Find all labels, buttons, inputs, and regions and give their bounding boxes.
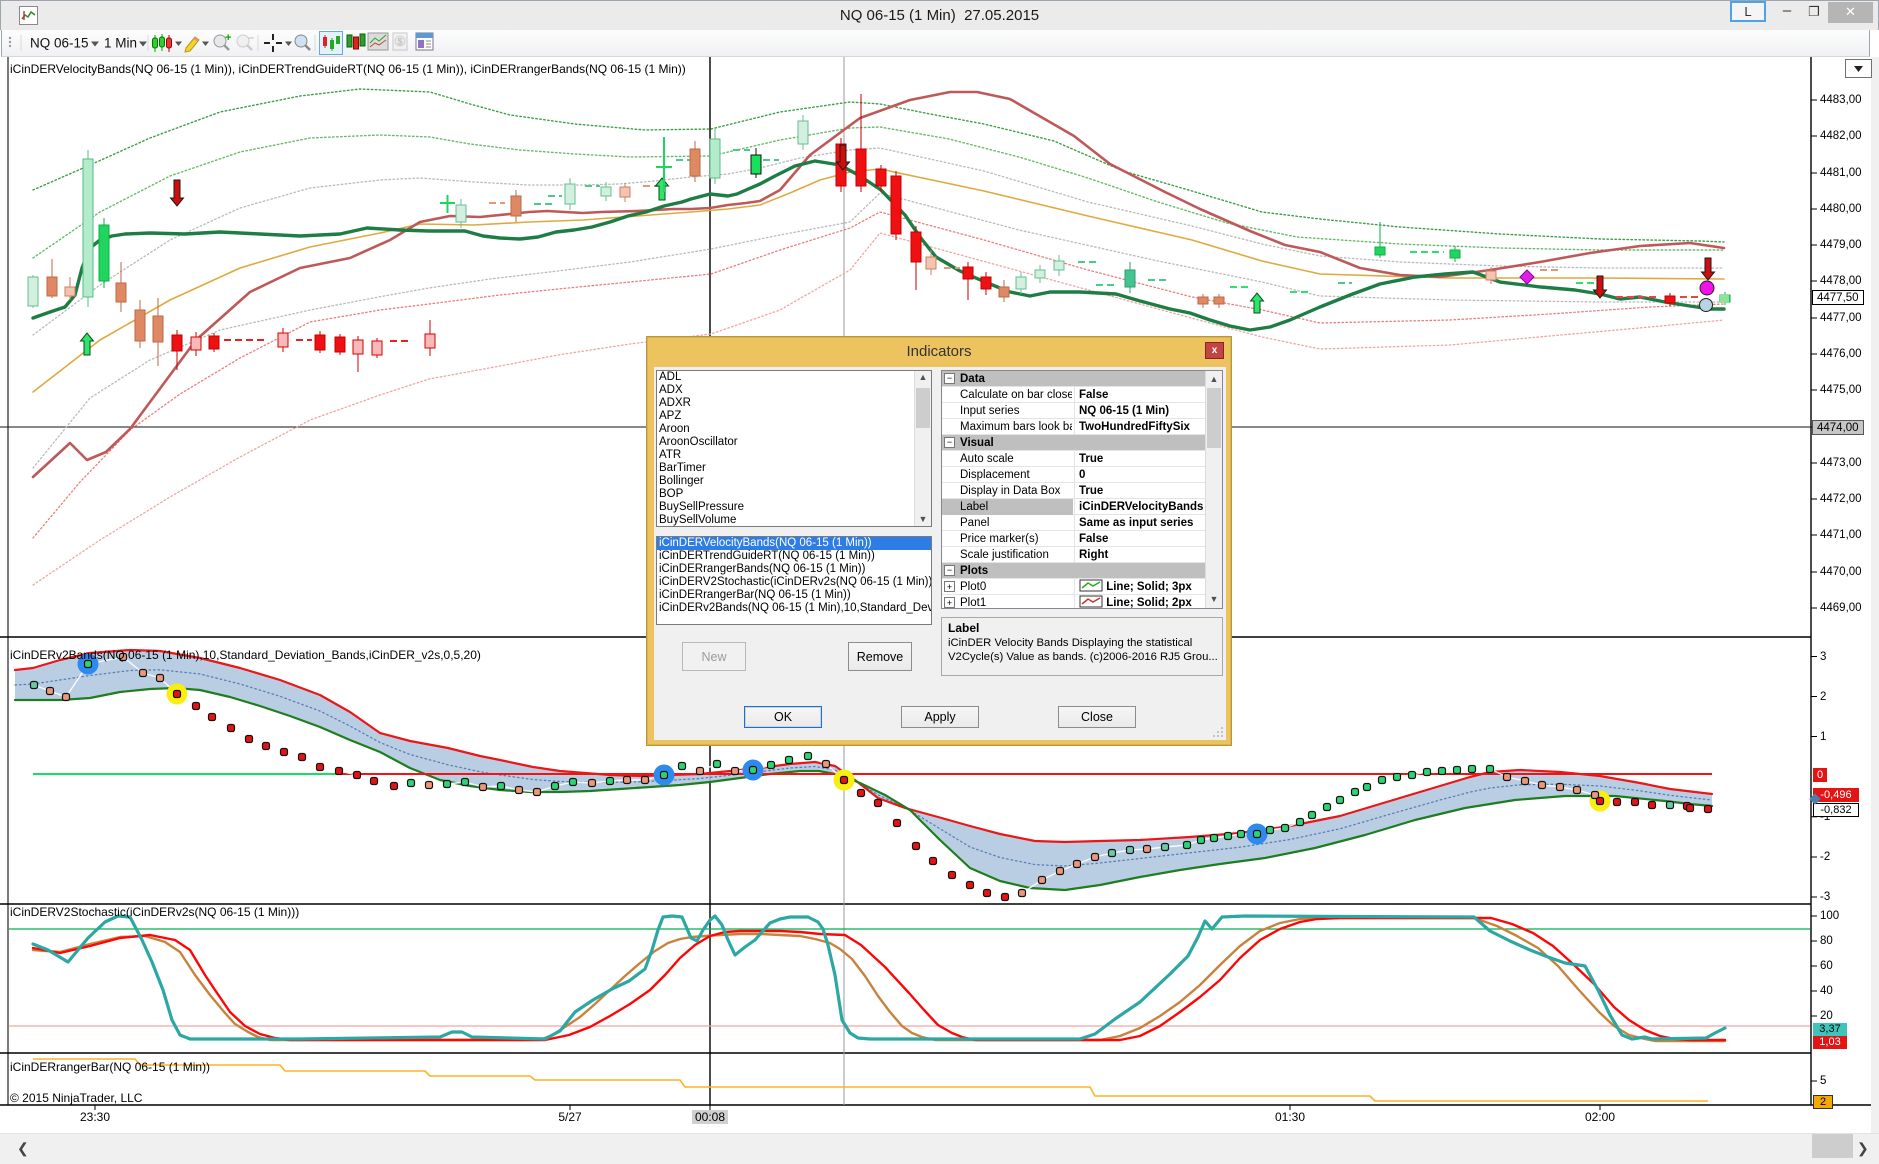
svg-text:$: $ bbox=[398, 37, 403, 47]
svg-text:+: + bbox=[225, 32, 231, 44]
svg-text:1 Min: 1 Min bbox=[104, 36, 137, 51]
svg-text:–: – bbox=[248, 32, 254, 44]
svg-text:NQ 06-15: NQ 06-15 bbox=[30, 36, 89, 51]
